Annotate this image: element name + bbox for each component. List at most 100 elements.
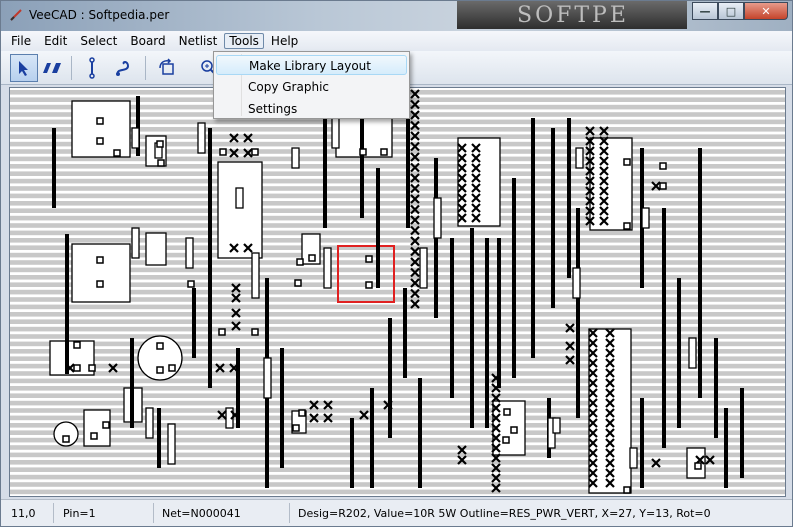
copper-strip (10, 363, 785, 369)
copper-strip (10, 208, 785, 213)
menu-help[interactable]: Help (265, 33, 304, 49)
pad (623, 158, 631, 166)
pad (96, 137, 104, 145)
rotate-tool-button[interactable] (153, 54, 181, 82)
pad (298, 409, 306, 417)
resistor-body (167, 423, 176, 465)
link-wire (403, 288, 407, 378)
pad (502, 436, 510, 444)
copper-strip (10, 312, 785, 317)
component-outline (145, 232, 167, 266)
resistor-body (331, 117, 340, 149)
menu-item-make-library-layout[interactable]: Make Library Layout (216, 55, 407, 75)
pad (157, 159, 165, 167)
link-wire (280, 348, 284, 468)
pad (251, 148, 259, 156)
link-wire (576, 208, 580, 418)
board-canvas[interactable] (9, 87, 786, 497)
pad (156, 140, 164, 148)
minimize-icon: — (699, 4, 711, 18)
pad (365, 255, 373, 263)
pad (659, 182, 667, 190)
menu-edit[interactable]: Edit (38, 33, 73, 49)
pad (218, 328, 226, 336)
menu-tools[interactable]: Tools (224, 33, 264, 49)
link-wire (512, 178, 516, 378)
menu-select[interactable]: Select (74, 33, 123, 49)
wire-tool-button[interactable] (111, 54, 139, 82)
menu-item-copy-graphic[interactable]: Copy Graphic (216, 77, 407, 97)
pad (113, 149, 121, 157)
link-wire (724, 408, 728, 488)
status-designator: Desig=R202, Value=10R 5W Outline=RES_PWR… (298, 507, 711, 520)
pad (96, 256, 104, 264)
maximize-button[interactable]: □ (718, 2, 744, 20)
copper-strip (10, 201, 785, 206)
copper-strip (10, 445, 785, 450)
menu-board[interactable]: Board (124, 33, 171, 49)
title-bar[interactable]: VeeCAD : Softpedia.per SOFTPE — □ ✕ (1, 1, 792, 31)
resistor-body (291, 147, 300, 169)
copper-strip (10, 356, 785, 361)
link-wire (130, 338, 134, 428)
link-wire (677, 278, 681, 428)
link-wire (208, 128, 212, 388)
window-controls: — □ ✕ (692, 2, 788, 21)
copper-strip (10, 460, 785, 465)
copper-strip (10, 238, 785, 243)
link-wire (497, 238, 501, 388)
status-pin: Pin=1 (63, 507, 96, 520)
status-net: Net=N000041 (162, 507, 241, 520)
menu-file[interactable]: File (5, 33, 37, 49)
copper-strip (10, 326, 785, 332)
resistor-body (197, 122, 206, 154)
title-watermark: SOFTPE (457, 1, 687, 29)
copper-strip (10, 341, 785, 347)
resistor-body (145, 407, 154, 439)
link-tool-button[interactable] (78, 54, 106, 82)
copper-strip (10, 334, 785, 339)
stripboard-layout[interactable] (10, 88, 785, 496)
resistor-body (552, 417, 561, 434)
copper-strip (10, 319, 785, 324)
link-wire (388, 318, 392, 438)
resistor-body (572, 267, 581, 299)
copper-strip (10, 230, 785, 236)
copper-strip (10, 467, 785, 472)
resistor-body (419, 247, 428, 289)
pad (96, 117, 104, 125)
menu-netlist[interactable]: Netlist (173, 33, 224, 49)
copper-strip (10, 349, 785, 354)
status-divider (289, 503, 290, 523)
resistor-body (251, 252, 260, 299)
pad (90, 432, 98, 440)
link-wire (370, 388, 374, 488)
resistor-body (641, 207, 650, 229)
close-button[interactable]: ✕ (744, 2, 788, 20)
link-wire (350, 418, 354, 488)
menu-item-settings[interactable]: Settings (216, 99, 407, 119)
link-wire (640, 398, 644, 488)
link-icon (89, 57, 95, 79)
pad (156, 342, 164, 350)
copper-strip (10, 178, 785, 184)
link-wire (192, 288, 196, 358)
link-wire (470, 228, 474, 428)
toolbar-separator (145, 56, 146, 80)
resistor-body (433, 197, 442, 239)
select-tool-button[interactable] (10, 54, 38, 82)
tools-dropdown-menu: Make Library Layout Copy Graphic Setting… (213, 51, 410, 119)
minimize-button[interactable]: — (692, 2, 718, 20)
maximize-icon: □ (725, 4, 737, 18)
wire-icon (116, 60, 130, 76)
link-wire (714, 338, 718, 438)
break-track-icon (43, 63, 61, 73)
copper-strip (10, 164, 785, 169)
resistor-body (575, 147, 584, 169)
break-tool-button[interactable] (38, 54, 66, 82)
component-outline (71, 243, 131, 303)
component-outline (589, 137, 633, 231)
link-wire (551, 128, 555, 308)
pad (365, 281, 373, 289)
copper-strip (10, 423, 785, 428)
